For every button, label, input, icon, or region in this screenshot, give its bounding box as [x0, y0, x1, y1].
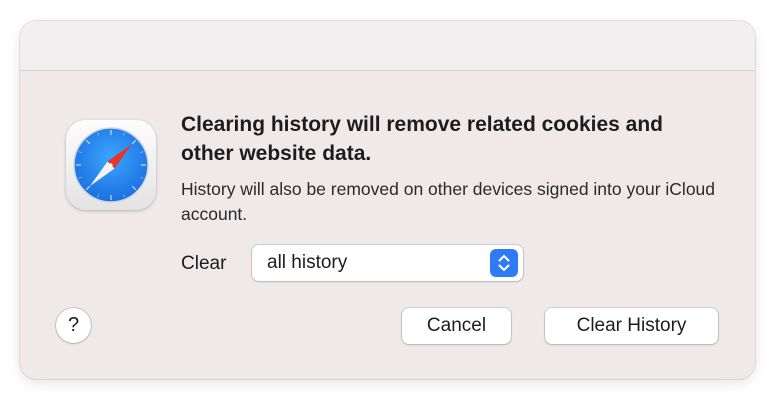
dialog-titlebar — [20, 21, 755, 71]
chevron-up-down-icon — [490, 249, 518, 277]
cancel-button[interactable]: Cancel — [402, 308, 511, 344]
clear-history-button[interactable]: Clear History — [545, 308, 718, 344]
clear-history-dialog: Clearing history will remove related coo… — [20, 21, 755, 379]
dialog-headline: Clearing history will remove related coo… — [181, 113, 663, 165]
clear-range-popup[interactable]: all history — [252, 245, 523, 281]
dialog-message: History will also be removed on other de… — [181, 179, 716, 224]
clear-range-selected-value: all history — [267, 252, 348, 273]
help-button[interactable]: ? — [56, 308, 91, 343]
clear-range-label: Clear — [181, 253, 227, 274]
safari-compass-icon — [66, 120, 156, 210]
